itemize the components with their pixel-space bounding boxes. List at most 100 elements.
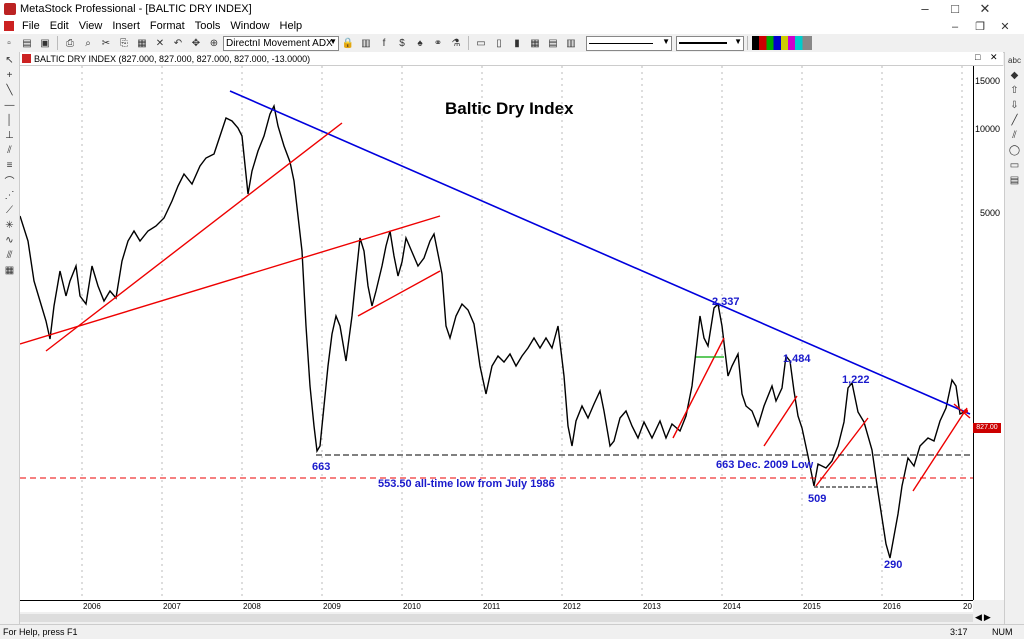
grid-icon[interactable]: ▦ [2,263,17,277]
binoculars-icon[interactable]: ⚭ [430,36,446,50]
layout-4-icon[interactable]: ▦ [527,36,543,50]
scrollbar-track[interactable] [20,614,973,622]
trendline-icon[interactable]: ╲ [2,83,17,97]
layout-2-icon[interactable]: ▯ [491,36,507,50]
save-icon[interactable]: ▣ [37,36,53,50]
zoom-icon[interactable]: ⊕ [206,36,222,50]
date-tick: 2014 [723,602,741,611]
regression-icon[interactable]: ⫻ [2,248,17,262]
status-bar: For Help, press F1 3:17 NUM [0,624,1024,639]
app-icon [4,3,16,15]
crosshair-icon[interactable]: ✥ [188,36,204,50]
menu-format[interactable]: Format [145,20,190,32]
last-value-tag: 827.00 [973,423,1001,433]
text-label-icon[interactable]: abc [1007,53,1022,67]
line-style-select[interactable]: ▼ [586,35,672,51]
close-icon[interactable]: ✕ [970,0,1000,18]
date-tick: 2007 [163,602,181,611]
cross-icon[interactable]: + [2,68,17,82]
menu-file[interactable]: File [17,20,45,32]
vertical-line-icon[interactable]: │ [2,113,17,127]
chart-annotation: 509 [808,493,826,505]
support-trendline [672,337,725,439]
preview-icon[interactable]: ⌕ [80,36,96,50]
text-tool-icon[interactable]: ⊥ [2,128,17,142]
chart-plot-area[interactable]: Baltic Dry Index 663 663 Dec. 2009 Low 553… [19,66,973,600]
rectangle-icon[interactable]: ▭ [1007,158,1022,172]
chevron-down-icon: ▼ [734,36,742,46]
support-trendline [19,215,441,345]
menu-edit[interactable]: Edit [45,20,74,32]
fib-icon[interactable]: ≡ [2,158,17,172]
copy-icon[interactable]: ⎘ [116,36,132,50]
support-trendline [763,395,798,447]
cycle-icon[interactable]: ∿ [2,233,17,247]
status-time: 3:17 [950,627,968,637]
paste-icon[interactable]: ▦ [134,36,150,50]
chevron-down-icon: ▼ [662,36,670,46]
date-tick: 2010 [403,602,421,611]
channel-icon[interactable]: ⫽ [2,143,17,157]
horizontal-line-icon[interactable]: — [2,98,17,112]
layout-6-icon[interactable]: ▥ [563,36,579,50]
title-bar: MetaStock Professional - [BALTIC DRY IND… [0,0,1024,19]
arrow-up-icon[interactable]: ⇧ [1007,83,1022,97]
minimize-icon[interactable]: – [910,0,940,18]
menu-help[interactable]: Help [275,20,308,32]
system-tester-icon[interactable]: ⚗ [448,36,464,50]
gann-icon[interactable]: ✳ [2,218,17,232]
menu-window[interactable]: Window [225,20,274,32]
price-tick-10000: 10000 [974,124,1000,134]
date-tick: 2011 [483,602,501,611]
dollar-icon[interactable]: $ [394,36,410,50]
delete-icon[interactable]: ✕ [152,36,168,50]
support-trendline [357,270,441,317]
stripes-icon[interactable]: ▤ [1007,173,1022,187]
layout-1-icon[interactable]: ▭ [473,36,489,50]
formula-icon[interactable]: f [376,36,392,50]
chart-annotation: 663 [312,461,330,473]
chart-annotation: 663 Dec. 2009 Low [716,459,814,471]
lock-icon[interactable]: 🔒 [340,36,356,50]
date-tick: 2013 [643,602,661,611]
cut-icon[interactable]: ✂ [98,36,114,50]
ellipse-icon[interactable]: ◯ [1007,143,1022,157]
indicator-select[interactable]: DirectnI Movement ADX ▼ [223,35,339,51]
main-toolbar: ▫ ▤ ▣ ⎙ ⌕ ✂ ⎘ ▦ ✕ ↶ ✥ ⊕ DirectnI Movemen… [0,34,1024,53]
support-trendline [45,122,343,352]
layout-3-icon[interactable]: ▮ [509,36,525,50]
scroll-arrows-icon[interactable]: ◀▶ [975,612,993,623]
chart-annotation: 553.50 all-time low from July 1986 [378,478,555,490]
line-tool-icon[interactable]: ╱ [1007,113,1022,127]
arrow-down-icon[interactable]: ⇩ [1007,98,1022,112]
chart-close-icon[interactable]: ✕ [990,52,998,63]
window-title: MetaStock Professional - [BALTIC DRY IND… [20,3,252,15]
pointer-icon[interactable]: ↖ [2,53,17,67]
chart-annotation: 2,337 [712,296,740,308]
channel-tool-icon[interactable]: ⫽ [1007,128,1022,142]
print-icon[interactable]: ⎙ [62,36,78,50]
arc-icon[interactable]: ⌒ [2,173,17,188]
date-tick: 2009 [323,602,341,611]
menu-tools[interactable]: Tools [190,20,226,32]
symbol-icon[interactable]: ◆ [1007,68,1022,82]
undo-icon[interactable]: ↶ [170,36,186,50]
expert-icon[interactable]: ♠ [412,36,428,50]
line-weight-select[interactable]: ▼ [676,35,744,51]
layout-5-icon[interactable]: ▤ [545,36,561,50]
toolbar-divider [57,36,58,50]
speed-line-icon[interactable]: ⟋ [2,203,17,217]
color-palette-icon[interactable] [752,36,812,50]
explorer-icon[interactable]: ▥ [358,36,374,50]
price-axis: 15000 10000 5000 [973,66,1004,600]
fan-icon[interactable]: ⋰ [2,188,17,202]
open-icon[interactable]: ▤ [19,36,35,50]
chart-annotation: 1,484 [783,353,811,365]
chart-minimize-icon[interactable]: □ [975,52,980,62]
new-icon[interactable]: ▫ [1,36,17,50]
menu-insert[interactable]: Insert [107,20,145,32]
menu-view[interactable]: View [74,20,108,32]
horizontal-scrollbar[interactable] [20,612,973,624]
maximize-icon[interactable]: □ [940,0,970,18]
chart-window-titlebar: BALTIC DRY INDEX (827.000, 827.000, 827.… [20,52,1003,66]
